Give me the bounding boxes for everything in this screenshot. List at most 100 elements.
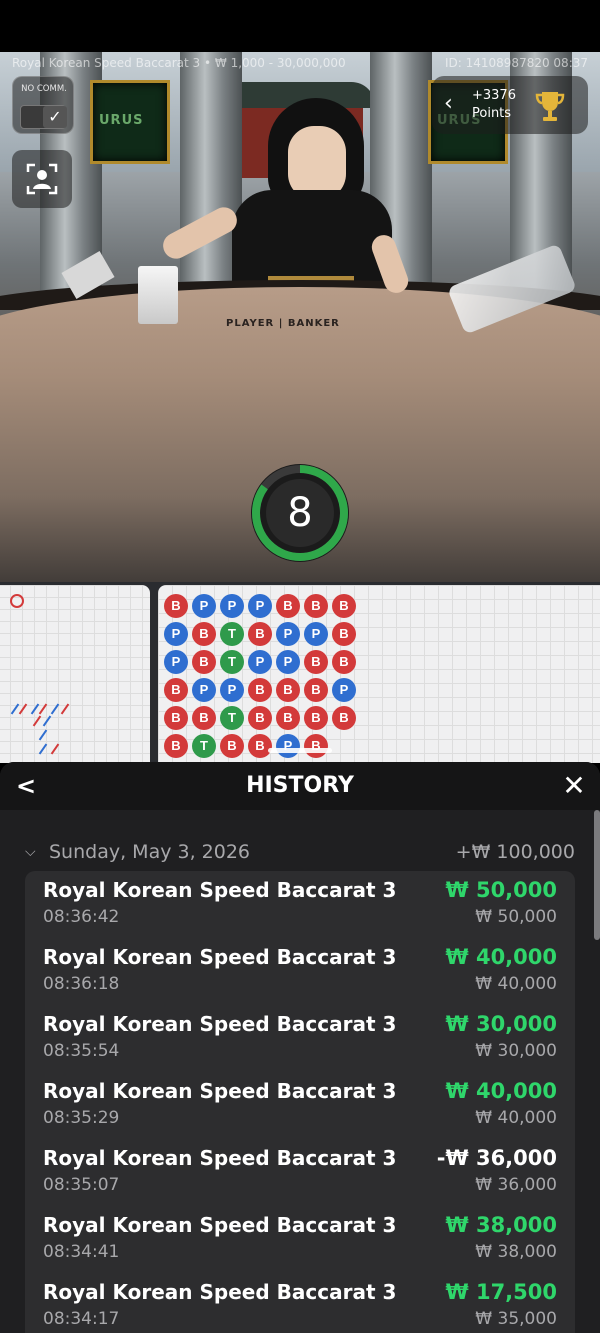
bead-b: B: [304, 650, 328, 674]
bead-p: P: [248, 650, 272, 674]
bead-b: B: [192, 622, 216, 646]
bead-p: P: [220, 678, 244, 702]
item-time: 08:34:17: [43, 1309, 120, 1329]
item-stake: ₩ 38,000: [475, 1242, 557, 1262]
bead-p: P: [164, 622, 188, 646]
date-label: Sunday, May 3, 2026: [49, 841, 251, 863]
no-commission-toggle[interactable]: NO COMM. ✓: [12, 76, 74, 134]
bead-p: P: [276, 734, 300, 758]
bead-p: P: [248, 594, 272, 618]
item-game-name: Royal Korean Speed Baccarat 3: [43, 1146, 397, 1170]
history-item[interactable]: Royal Korean Speed Baccarat 3 08:36:42 ₩…: [25, 871, 575, 938]
history-item[interactable]: Royal Korean Speed Baccarat 3 08:34:41 ₩…: [25, 1206, 575, 1273]
points-value: +3376: [472, 88, 516, 103]
item-game-name: Royal Korean Speed Baccarat 3: [43, 1213, 397, 1237]
points-widget[interactable]: ‹ +3376 Points: [432, 76, 588, 134]
card-holder: [138, 266, 178, 324]
status-bar: [0, 0, 600, 52]
history-item[interactable]: Royal Korean Speed Baccarat 3 08:35:54 ₩…: [25, 1005, 575, 1072]
history-item[interactable]: Royal Korean Speed Baccarat 3 08:36:18 ₩…: [25, 938, 575, 1005]
bead-b: B: [304, 706, 328, 730]
item-stake: ₩ 50,000: [475, 907, 557, 927]
bead-t: T: [220, 650, 244, 674]
bead-b: B: [164, 678, 188, 702]
bead-b: B: [248, 622, 272, 646]
item-amount: ₩ 17,500: [445, 1280, 557, 1304]
bead-b: B: [164, 594, 188, 618]
bead-b: B: [276, 706, 300, 730]
camera-view-button[interactable]: [12, 150, 72, 208]
item-time: 08:34:41: [43, 1242, 120, 1262]
bead-t: T: [220, 706, 244, 730]
bead-b: B: [164, 734, 188, 758]
item-game-name: Royal Korean Speed Baccarat 3: [43, 1012, 397, 1036]
bead-b: B: [332, 706, 356, 730]
bead-p: P: [192, 594, 216, 618]
item-amount: -₩ 36,000: [436, 1146, 557, 1170]
item-time: 08:35:29: [43, 1108, 120, 1128]
history-item[interactable]: Royal Korean Speed Baccarat 3 08:34:17 ₩…: [25, 1273, 575, 1333]
history-list: Royal Korean Speed Baccarat 3 08:36:42 ₩…: [25, 871, 575, 1333]
bead-b: B: [164, 706, 188, 730]
big-road[interactable]: [0, 585, 150, 763]
bead-b: B: [192, 706, 216, 730]
item-game-name: Royal Korean Speed Baccarat 3: [43, 945, 397, 969]
item-time: 08:35:54: [43, 1041, 120, 1061]
road-marker: [10, 594, 24, 608]
item-game-name: Royal Korean Speed Baccarat 3: [43, 1079, 397, 1103]
bead-b: B: [276, 594, 300, 618]
bead-b: B: [332, 594, 356, 618]
bead-b: B: [304, 678, 328, 702]
table-screen: URUS: [90, 80, 170, 164]
bead-t: T: [192, 734, 216, 758]
bead-b: B: [304, 594, 328, 618]
item-stake: ₩ 36,000: [475, 1175, 557, 1195]
live-video: URUS URUS PLAYER | BANKER Royal Korean S…: [0, 52, 600, 582]
item-amount: ₩ 50,000: [445, 878, 557, 902]
item-time: 08:35:07: [43, 1175, 120, 1195]
item-amount: ₩ 30,000: [445, 1012, 557, 1036]
item-amount: ₩ 38,000: [445, 1213, 557, 1237]
item-amount: ₩ 40,000: [445, 1079, 557, 1103]
item-stake: ₩ 30,000: [475, 1041, 557, 1061]
game-title: Royal Korean Speed Baccarat 3 • ₩ 1,000 …: [12, 56, 346, 70]
page-indicator: [268, 748, 332, 753]
bead-b: B: [220, 734, 244, 758]
history-item[interactable]: Royal Korean Speed Baccarat 3 08:35:29 ₩…: [25, 1072, 575, 1139]
date-total: +₩ 100,000: [455, 841, 575, 863]
item-stake: ₩ 35,000: [475, 1309, 557, 1329]
no-commission-label: NO COMM.: [21, 84, 67, 94]
item-game-name: Royal Korean Speed Baccarat 3: [43, 878, 397, 902]
scrollbar[interactable]: [594, 810, 600, 940]
countdown-timer: 8: [251, 464, 349, 562]
history-title: HISTORY: [246, 773, 354, 798]
bead-b: B: [248, 734, 272, 758]
bead-p: P: [332, 678, 356, 702]
bead-b: B: [332, 650, 356, 674]
bead-p: P: [220, 594, 244, 618]
chevron-down-icon: ⌵: [25, 844, 36, 860]
chevron-left-icon: ‹: [444, 91, 453, 116]
bead-road[interactable]: BPPPBBBPBTBPPBPBTPPBBBPPBBBPBBTBBBBBTBBP…: [158, 585, 600, 763]
close-icon[interactable]: ✕: [560, 770, 588, 802]
bead-t: T: [220, 622, 244, 646]
bead-b: B: [332, 622, 356, 646]
history-item[interactable]: Royal Korean Speed Baccarat 3 08:35:07 -…: [25, 1139, 575, 1206]
item-stake: ₩ 40,000: [475, 1108, 557, 1128]
item-time: 08:36:42: [43, 907, 120, 927]
bead-p: P: [276, 650, 300, 674]
date-group-header[interactable]: ⌵ Sunday, May 3, 2026 +₩ 100,000: [25, 840, 575, 864]
user-frame-icon: [26, 163, 58, 195]
bead-b: B: [276, 678, 300, 702]
no-commission-switch[interactable]: ✓: [20, 105, 67, 129]
scoreboard[interactable]: BPPPBBBPBTBPPBPBTPPBBBPPBBBPBBTBBBBBTBBP…: [0, 582, 600, 763]
item-game-name: Royal Korean Speed Baccarat 3: [43, 1280, 397, 1304]
bead-p: P: [192, 678, 216, 702]
trophy-icon: [535, 92, 565, 121]
bead-b: B: [192, 650, 216, 674]
item-stake: ₩ 40,000: [475, 974, 557, 994]
points-label: Points: [472, 106, 512, 121]
check-icon: ✓: [43, 106, 67, 128]
timer-value: 8: [287, 490, 313, 536]
bead-p: P: [164, 650, 188, 674]
